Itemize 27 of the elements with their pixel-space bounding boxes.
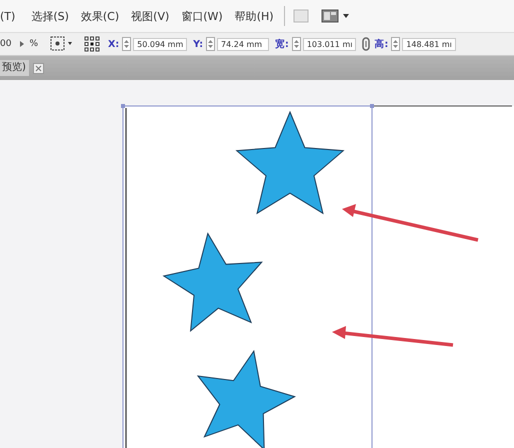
menu-item[interactable]: 窗口(W) — [181, 8, 223, 24]
link-icon[interactable] — [362, 37, 370, 51]
input-field[interactable]: 148.481 mı — [402, 38, 456, 50]
input-field[interactable]: 50.094 mm — [133, 38, 188, 50]
spinner-icon[interactable] — [292, 37, 301, 51]
menu-item[interactable]: 视图(V) — [131, 8, 170, 24]
field-label: X: — [108, 38, 120, 50]
spinner-icon[interactable] — [391, 37, 400, 51]
reference-point-icon[interactable] — [84, 36, 100, 52]
menu-item[interactable]: 帮助(H) — [234, 8, 274, 24]
field-label: Y: — [193, 38, 203, 50]
menu-item[interactable]: 选择(S) — [31, 8, 69, 24]
spinner-icon[interactable] — [206, 37, 215, 51]
spinner-icon[interactable] — [122, 37, 132, 51]
document-tab[interactable]: 预览) — [0, 60, 29, 76]
layout-icon[interactable] — [320, 9, 351, 23]
close-icon[interactable] — [32, 62, 44, 74]
field-label: 宽: — [275, 38, 289, 50]
input-field[interactable]: 103.011 mı — [302, 38, 356, 50]
zoom-value: 00 — [0, 39, 12, 49]
field-label: 高: — [374, 38, 388, 50]
percent-sign: % — [29, 39, 38, 49]
menu-item[interactable]: 效果(C) — [80, 8, 120, 24]
transform-icon[interactable] — [50, 36, 74, 52]
play-icon[interactable] — [19, 40, 26, 48]
menu-item[interactable]: (T) — [0, 10, 16, 22]
input-field[interactable]: 74.24 mm — [217, 38, 269, 50]
